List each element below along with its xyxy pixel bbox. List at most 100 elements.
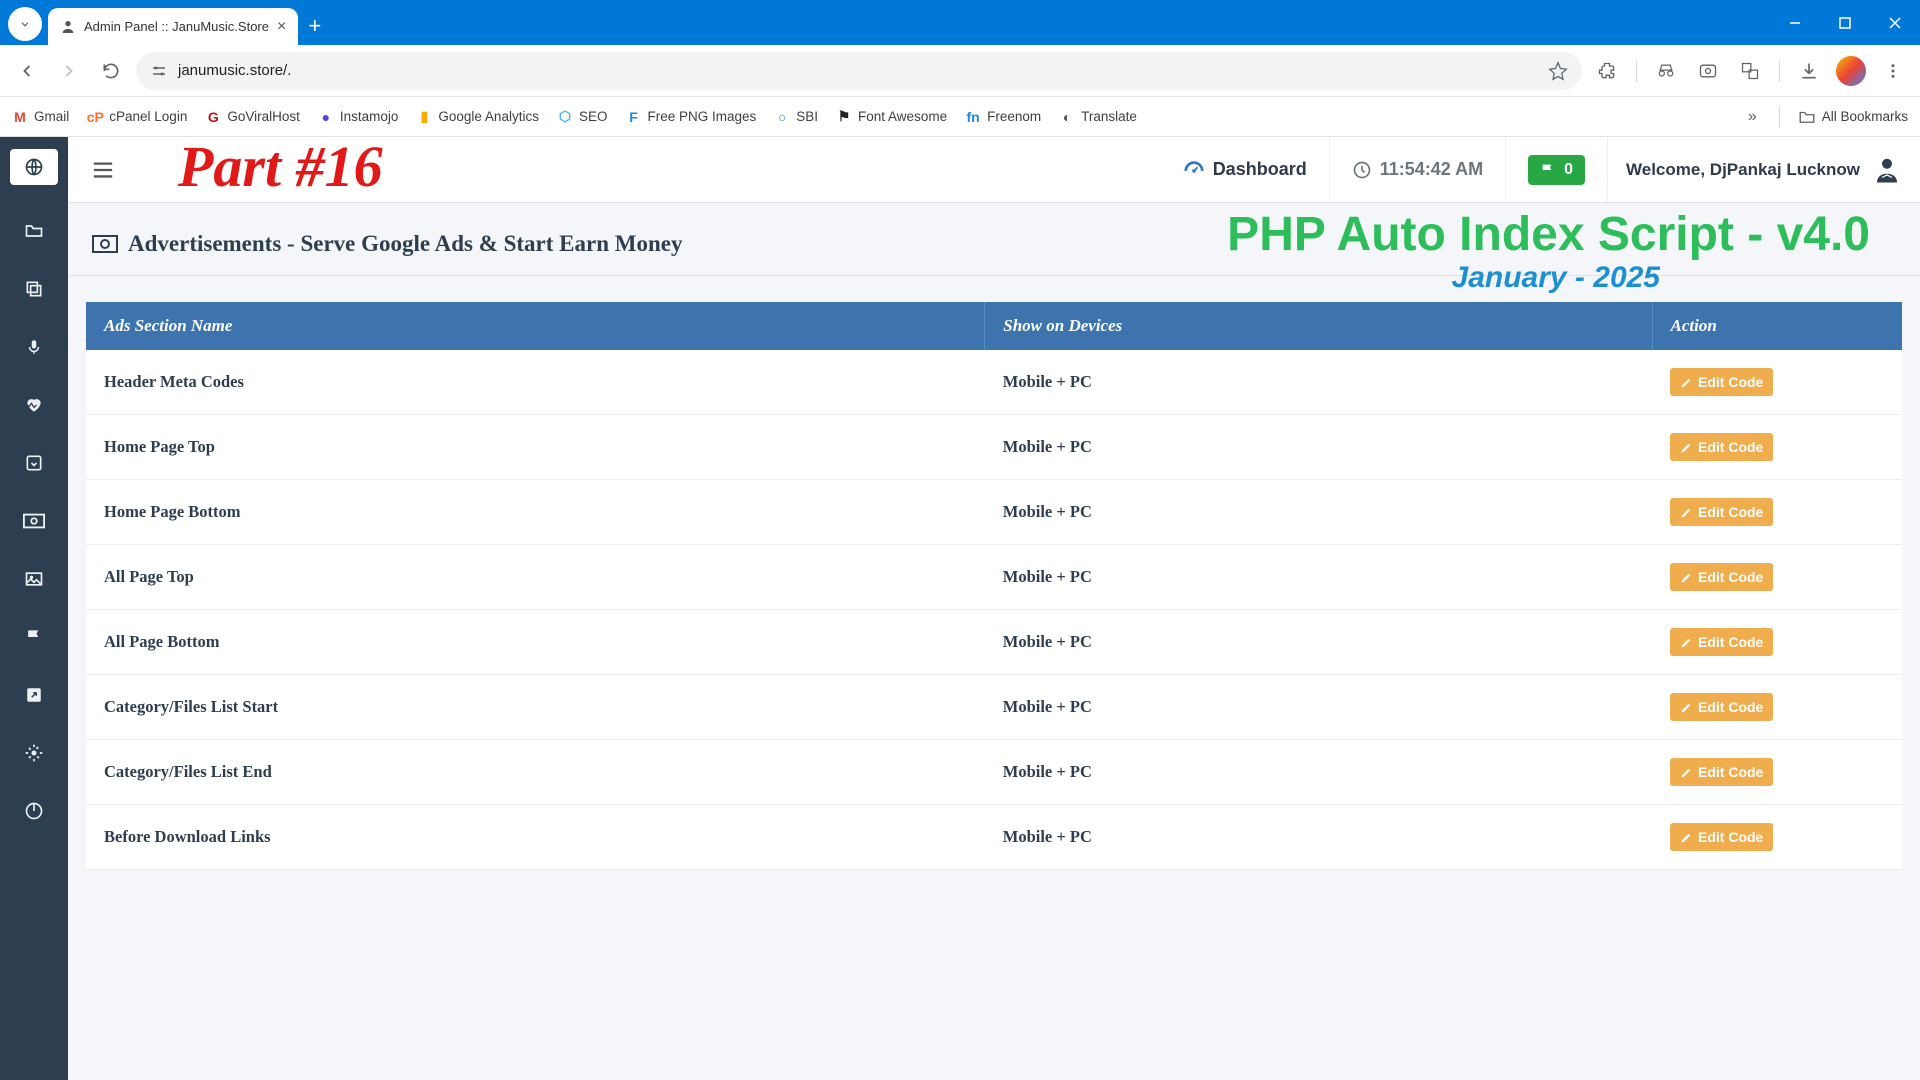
bookmark-item[interactable]: FFree PNG Images: [625, 109, 756, 125]
edit-code-button[interactable]: Edit Code: [1670, 498, 1773, 526]
sidebar-item-globe[interactable]: [10, 149, 58, 185]
sidebar-item-settings[interactable]: [14, 741, 54, 765]
bookmark-label: Translate: [1081, 109, 1137, 124]
sidebar-item-money[interactable]: [14, 509, 54, 533]
bookmark-item[interactable]: cPcPanel Login: [87, 109, 187, 125]
bookmark-favicon-icon: ○: [774, 109, 790, 125]
cell-name: Category/Files List Start: [86, 675, 985, 740]
bookmark-item[interactable]: ⬡ SEO: [557, 109, 608, 125]
user-avatar-icon[interactable]: [1872, 155, 1902, 185]
bookmark-label: Google Analytics: [438, 109, 539, 124]
tab-search-button[interactable]: [8, 7, 42, 41]
reload-button[interactable]: [94, 54, 128, 88]
cell-action: Edit Code: [1652, 740, 1902, 805]
tab-close-button[interactable]: ×: [277, 18, 286, 36]
bookmark-item[interactable]: ⚑Font Awesome: [836, 109, 947, 125]
sidebar: [0, 137, 68, 1080]
bookmark-item[interactable]: ●Instamojo: [318, 109, 399, 125]
bookmark-favicon-icon: G: [205, 109, 221, 125]
new-tab-button[interactable]: +: [308, 13, 321, 39]
bookmark-item[interactable]: fnFreenom: [965, 109, 1041, 125]
cell-devices: Mobile + PC: [985, 805, 1652, 870]
sidebar-item-flag[interactable]: [14, 625, 54, 649]
sidebar-item-folder[interactable]: [14, 219, 54, 243]
notification-badge-box[interactable]: 0: [1506, 137, 1608, 202]
clock-time: 11:54:42 AM: [1380, 159, 1483, 180]
cell-devices: Mobile + PC: [985, 740, 1652, 805]
bookmark-item[interactable]: ▮Google Analytics: [416, 109, 539, 125]
pencil-icon: [1680, 571, 1693, 584]
sidebar-item-archive[interactable]: [14, 451, 54, 475]
cell-action: Edit Code: [1652, 675, 1902, 740]
menu-button[interactable]: [1876, 54, 1910, 88]
minimize-button[interactable]: [1770, 0, 1820, 45]
browser-tab[interactable]: Admin Panel :: JanuMusic.Store ×: [48, 8, 298, 45]
table-row: All Page TopMobile + PCEdit Code: [86, 545, 1902, 610]
profile-avatar[interactable]: [1834, 54, 1868, 88]
cell-devices: Mobile + PC: [985, 675, 1652, 740]
flag-count: 0: [1564, 161, 1573, 179]
bookmark-label: GoViralHost: [227, 109, 300, 124]
edit-code-button[interactable]: Edit Code: [1670, 368, 1773, 396]
table-row: All Page BottomMobile + PCEdit Code: [86, 610, 1902, 675]
pencil-icon: [1680, 701, 1693, 714]
incognito-icon[interactable]: [1649, 54, 1683, 88]
edit-code-button[interactable]: Edit Code: [1670, 823, 1773, 851]
bookmark-item[interactable]: ○SBI: [774, 109, 818, 125]
edit-code-button[interactable]: Edit Code: [1670, 758, 1773, 786]
cell-name: Home Page Bottom: [86, 480, 985, 545]
bookmarks-overflow-button[interactable]: »: [1744, 108, 1761, 126]
all-bookmarks-button[interactable]: All Bookmarks: [1798, 109, 1908, 125]
bookmark-item[interactable]: G GoViralHost: [205, 109, 300, 125]
clock-display: 11:54:42 AM: [1330, 137, 1506, 202]
bookmark-favicon-icon: ●: [318, 109, 334, 125]
address-bar[interactable]: janumusic.store/.: [136, 52, 1582, 90]
bookmark-star-icon[interactable]: [1548, 61, 1568, 81]
bookmark-favicon-icon: ◐: [1059, 109, 1075, 125]
welcome-text: Welcome, DjPankaj Lucknow: [1608, 155, 1920, 185]
sidebar-item-heart[interactable]: [14, 393, 54, 417]
bookmark-item[interactable]: ◐ Translate: [1059, 109, 1137, 125]
close-window-button[interactable]: [1870, 0, 1920, 45]
tab-title: Admin Panel :: JanuMusic.Store: [84, 19, 269, 34]
lens-icon[interactable]: [1691, 54, 1725, 88]
translate-icon[interactable]: [1733, 54, 1767, 88]
cell-action: Edit Code: [1652, 545, 1902, 610]
edit-code-button[interactable]: Edit Code: [1670, 563, 1773, 591]
edit-code-button[interactable]: Edit Code: [1670, 628, 1773, 656]
col-action: Action: [1652, 302, 1902, 350]
hamburger-button[interactable]: [68, 161, 138, 179]
pencil-icon: [1680, 766, 1693, 779]
tab-favicon-icon: [60, 19, 76, 35]
dashboard-label: Dashboard: [1213, 159, 1307, 180]
main-content: Part #16 PHP Auto Index Script - v4.0 Ja…: [68, 137, 1920, 1080]
site-info-icon[interactable]: [150, 62, 168, 80]
bookmark-label: Font Awesome: [858, 109, 947, 124]
back-button[interactable]: [10, 54, 44, 88]
cell-action: Edit Code: [1652, 805, 1902, 870]
bookmark-item[interactable]: MGmail: [12, 109, 69, 125]
table-row: Category/Files List EndMobile + PC Edit C…: [86, 740, 1902, 805]
extensions-icon[interactable]: [1590, 54, 1624, 88]
dashboard-link[interactable]: Dashboard: [1161, 137, 1330, 202]
sidebar-item-image[interactable]: [14, 567, 54, 591]
cell-devices: Mobile + PC: [985, 350, 1652, 415]
col-devices: Show on Devices: [985, 302, 1652, 350]
bookmark-label: SEO: [579, 109, 608, 124]
edit-code-button[interactable]: Edit Code: [1670, 433, 1773, 461]
cell-name: Category/Files List End: [86, 740, 985, 805]
money-icon: [92, 235, 118, 253]
chevron-down-icon: [18, 17, 32, 31]
bookmark-favicon-icon: ⬡: [557, 109, 573, 125]
maximize-button[interactable]: [1820, 0, 1870, 45]
sidebar-item-mic[interactable]: [14, 335, 54, 359]
downloads-icon[interactable]: [1792, 54, 1826, 88]
sidebar-item-copy[interactable]: [14, 277, 54, 301]
sidebar-item-external[interactable]: [14, 683, 54, 707]
url-text: janumusic.store/.: [178, 62, 1538, 79]
edit-code-button[interactable]: Edit Code: [1670, 693, 1773, 721]
tab-strip: Admin Panel :: JanuMusic.Store × +: [0, 0, 321, 45]
window-controls: [1770, 0, 1920, 45]
sidebar-item-power[interactable]: [14, 799, 54, 823]
forward-button[interactable]: [52, 54, 86, 88]
